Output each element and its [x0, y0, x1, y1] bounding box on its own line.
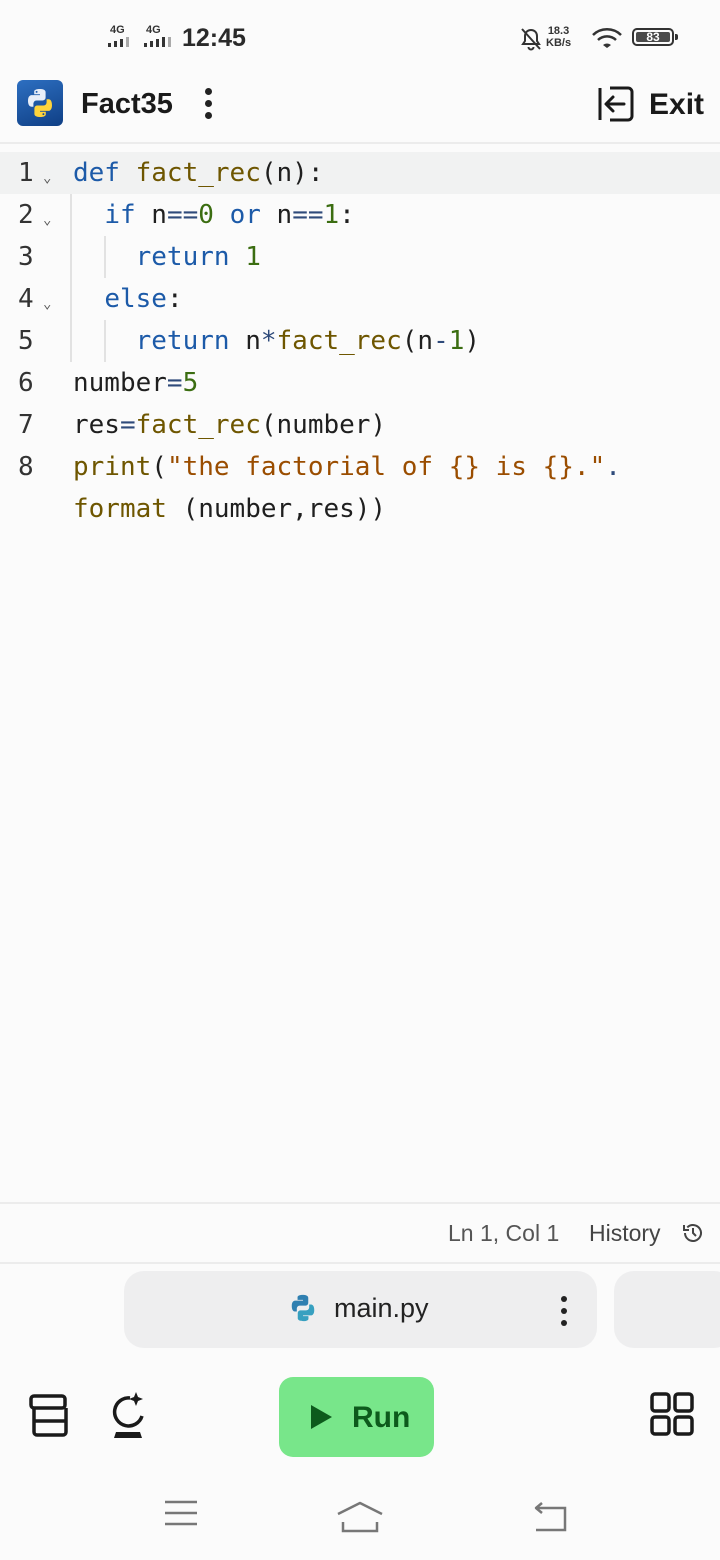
network-speed: 18.3 KB/s: [546, 25, 572, 49]
battery-icon: 83: [632, 28, 678, 46]
kebab-menu-icon[interactable]: [199, 86, 219, 122]
fold-chevron-icon[interactable]: ⌄: [43, 283, 51, 325]
code-line[interactable]: 6 number=5: [0, 362, 720, 404]
line-number: 6: [18, 368, 34, 398]
code-text: if n==0 or n==1:: [104, 200, 355, 230]
code-text: number=5: [73, 368, 199, 398]
exit-icon: [598, 86, 634, 122]
play-icon: [311, 1405, 332, 1429]
line-number: 5: [18, 326, 34, 356]
code-text: res=fact_rec(number): [73, 410, 387, 440]
code-line[interactable]: 5 return n*fact_rec(n-1): [0, 320, 720, 362]
bottom-toolbar: Run: [0, 1362, 720, 1472]
fold-chevron-icon[interactable]: ⌄: [43, 199, 51, 241]
history-button[interactable]: History: [589, 1220, 661, 1247]
python-logo: [17, 80, 63, 126]
wifi-icon: [592, 28, 622, 48]
run-button[interactable]: Run: [279, 1377, 434, 1457]
line-number: 7: [18, 410, 34, 440]
code-text: else:: [104, 284, 183, 314]
line-number: 3: [18, 242, 34, 272]
file-tabs: main.py: [0, 1262, 720, 1354]
history-icon[interactable]: [681, 1221, 705, 1245]
menu-icon[interactable]: [163, 1498, 199, 1528]
ai-assist-icon[interactable]: [108, 1390, 148, 1440]
status-bar: 4G 4G 12:45 18.3 KB/s 83: [0, 0, 720, 76]
code-text: return n*fact_rec(n-1): [135, 326, 481, 356]
network-type-2: 4G: [146, 24, 161, 36]
code-line[interactable]: 1 ⌄ def fact_rec(n):: [0, 152, 720, 194]
code-text: print("the factorial of {} is {}.". form…: [73, 452, 621, 524]
code-line[interactable]: 3 return 1: [0, 236, 720, 278]
system-nav-bar: [0, 1480, 720, 1560]
network-type-1: 4G: [110, 24, 125, 36]
signal-icon: [144, 37, 174, 47]
code-line[interactable]: 8 print("the factorial of {} is {}.". fo…: [0, 446, 720, 530]
status-info-bar: Ln 1, Col 1 History: [0, 1202, 720, 1264]
signal-icon: [108, 37, 138, 47]
file-name: main.py: [334, 1293, 429, 1323]
app-bar: Fact35 Exit: [0, 76, 720, 144]
layers-icon[interactable]: [28, 1392, 70, 1438]
mute-icon: [521, 28, 541, 51]
cursor-position: Ln 1, Col 1: [448, 1220, 560, 1246]
fold-chevron-icon[interactable]: ⌄: [43, 157, 51, 199]
file-menu-icon[interactable]: [560, 1296, 568, 1326]
grid-icon[interactable]: [650, 1392, 694, 1436]
line-number: 8: [18, 452, 34, 482]
python-file-icon: [291, 1294, 315, 1322]
code-line[interactable]: 2 ⌄ if n==0 or n==1:: [0, 194, 720, 236]
exit-button[interactable]: Exit: [594, 82, 712, 126]
project-title: Fact35: [81, 88, 173, 120]
code-text: def fact_rec(n):: [73, 158, 324, 188]
code-line[interactable]: 7 res=fact_rec(number): [0, 404, 720, 446]
home-icon[interactable]: [335, 1500, 385, 1534]
back-icon[interactable]: [530, 1500, 568, 1534]
code-line[interactable]: 4 ⌄ else:: [0, 278, 720, 320]
clock: 12:45: [182, 24, 246, 52]
file-tab-main[interactable]: main.py: [124, 1271, 597, 1348]
code-text: return 1: [135, 242, 261, 272]
file-tab-next[interactable]: [614, 1271, 720, 1348]
